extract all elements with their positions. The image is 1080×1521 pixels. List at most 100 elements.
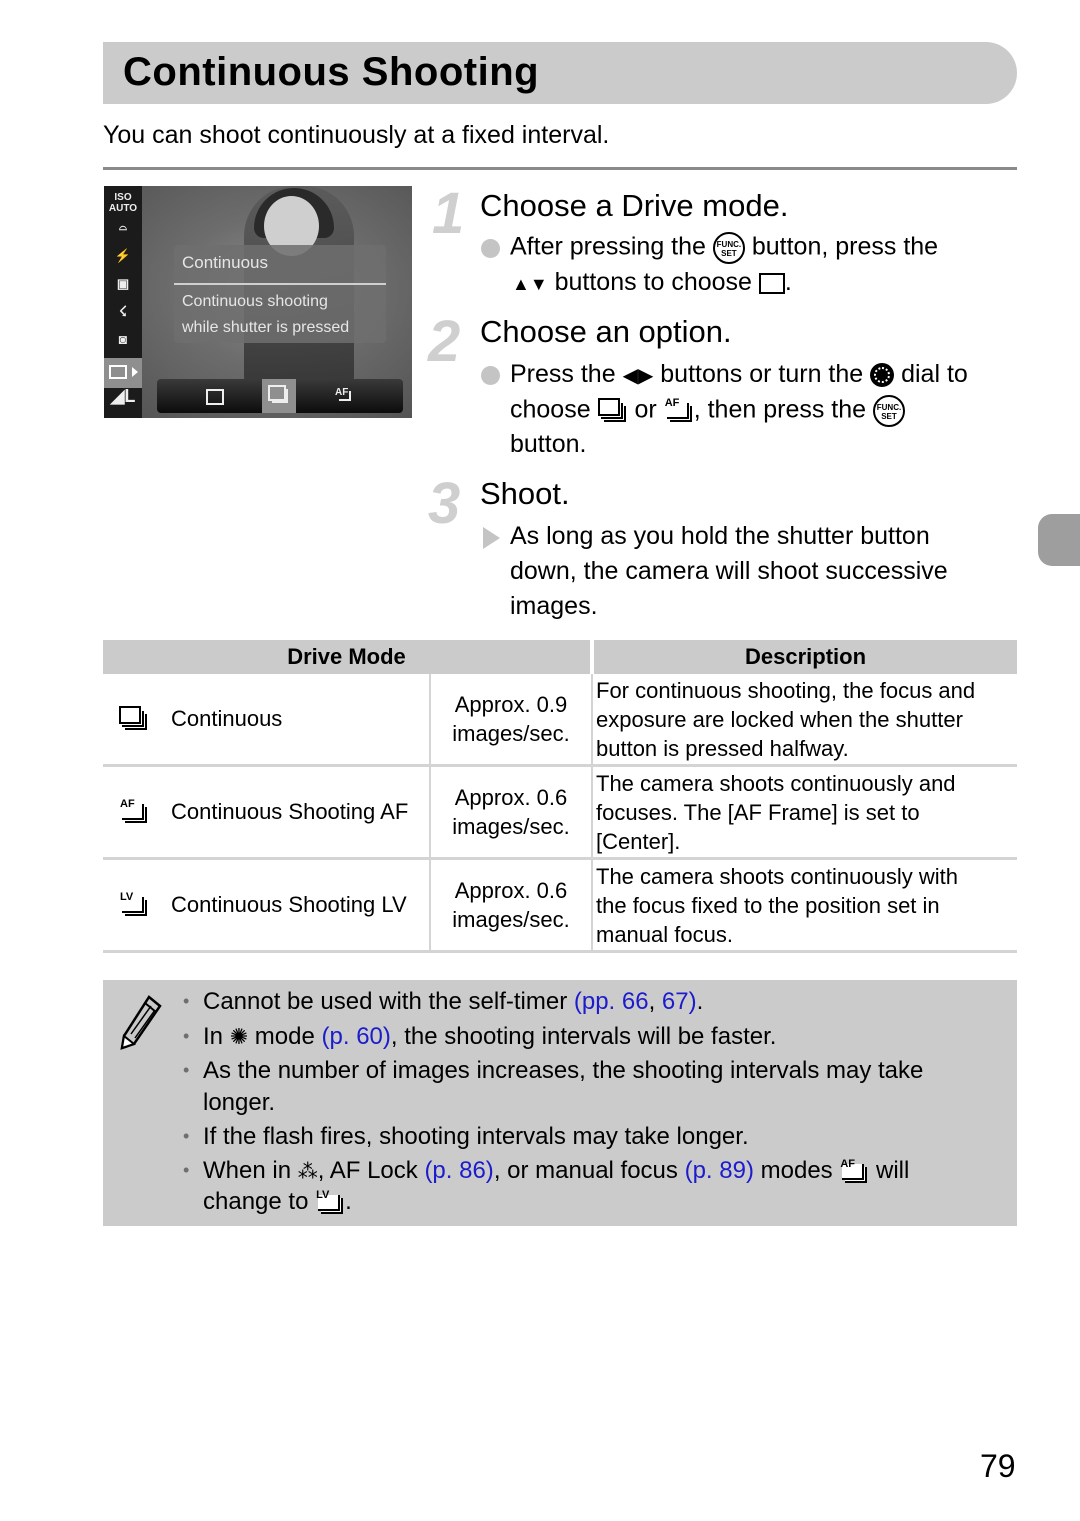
text-segment: , bbox=[648, 988, 662, 1015]
note-item: • If the flash fires, shooting intervals… bbox=[183, 1123, 749, 1151]
rate-unit: images/sec. bbox=[452, 907, 570, 932]
text-segment: , the shooting intervals will be faster. bbox=[390, 1023, 777, 1050]
white-balance-icon: ⌓ bbox=[119, 222, 127, 233]
iso-auto-icon: ISO AUTO bbox=[108, 192, 138, 214]
flash-exposure-icon: ☇ bbox=[118, 303, 128, 319]
pencil-icon bbox=[120, 995, 162, 1050]
page-link[interactable]: (p. 86) bbox=[424, 1157, 493, 1184]
overlay-title: Continuous bbox=[182, 253, 269, 272]
rate-cell: Approx. 0.6 images/sec. bbox=[429, 765, 593, 860]
text-segment: . bbox=[784, 268, 792, 296]
step-text: images. bbox=[510, 592, 598, 620]
control-dial-icon bbox=[870, 363, 895, 388]
text-segment: In bbox=[203, 1023, 224, 1050]
iso-label: ISO bbox=[114, 192, 132, 203]
mode-cell: Continuous bbox=[103, 674, 430, 767]
header-description: Description bbox=[592, 640, 1017, 674]
step-title: Choose a Drive mode. bbox=[480, 188, 789, 223]
overlay-separator bbox=[174, 283, 386, 285]
desc-line: [Center]. bbox=[596, 828, 681, 854]
note-item: • As the number of images increases, the… bbox=[183, 1057, 924, 1085]
continuous-af-option: AF bbox=[327, 379, 361, 413]
text-segment: Press the bbox=[510, 360, 616, 388]
page-link[interactable]: (p. 60) bbox=[322, 1023, 391, 1050]
camera-screen-image: ISO AUTO ⌓ ⚡ ▣ ☇ ◙ ◢L Continuous Continuo… bbox=[104, 186, 412, 418]
note-item: • When in ⁂, AF Lock (p. 86), or manual … bbox=[183, 1157, 910, 1185]
mode-cell: AF Continuous Shooting AF bbox=[103, 765, 430, 860]
step-text: As long as you hold the shutter button bbox=[510, 522, 930, 550]
description-cell: For continuous shooting, the focus and ex… bbox=[592, 674, 1017, 767]
note-item-continued: longer. bbox=[203, 1089, 276, 1116]
step-number: 3 bbox=[428, 471, 461, 536]
desc-line: focuses. The [AF Frame] is set to bbox=[596, 799, 920, 825]
text-segment: As the number of images increases, the s… bbox=[203, 1057, 924, 1084]
rate-value: Approx. 0.6 bbox=[454, 878, 568, 903]
func-set-button-icon: FUNC. SET bbox=[873, 395, 905, 427]
step-title: Shoot. bbox=[480, 476, 570, 511]
step-text: down, the camera will shoot successive bbox=[510, 557, 948, 585]
rate-value: Approx. 0.6 bbox=[454, 785, 568, 810]
single-shot-icon bbox=[206, 389, 224, 405]
text-segment: After pressing the bbox=[510, 232, 706, 261]
bullet-icon: • bbox=[183, 1060, 190, 1080]
drive-mode-icon bbox=[104, 358, 142, 388]
table-row: AF Continuous Shooting AF Approx. 0.6 ima… bbox=[103, 765, 1017, 860]
text-segment: mode bbox=[254, 1023, 315, 1050]
note-item: • Cannot be used with the self-timer (pp… bbox=[183, 988, 704, 1016]
step-text: button. bbox=[510, 430, 587, 458]
description-cell: The camera shoots continuously with the f… bbox=[592, 858, 1017, 953]
left-right-buttons-icon: ◀▶ bbox=[622, 365, 654, 387]
header-drive-mode: Drive Mode bbox=[103, 640, 594, 674]
table-header-row: Drive Mode Description bbox=[103, 640, 1017, 674]
option-bar: AF bbox=[157, 379, 403, 413]
notes-box: • Cannot be used with the self-timer (pp… bbox=[103, 980, 1017, 1226]
text-segment: will bbox=[876, 1157, 910, 1184]
continuous-icon bbox=[119, 706, 149, 732]
text-segment: When in bbox=[203, 1157, 292, 1184]
up-down-buttons-icon: ▲▼ bbox=[512, 274, 548, 294]
mode-name: Continuous Shooting LV bbox=[171, 892, 407, 917]
text-segment: , AF Lock bbox=[317, 1157, 418, 1184]
text-segment: , then press the bbox=[693, 395, 867, 424]
overlay-description: Continuous shooting while shutter is pre… bbox=[182, 289, 349, 341]
step-text: Press the ◀▶ buttons or turn the dial to bbox=[510, 360, 968, 389]
step-text: choose or AF, then press the FUNC. SET bbox=[510, 395, 905, 427]
step-number: 2 bbox=[428, 309, 461, 374]
text-segment: choose bbox=[510, 395, 591, 424]
text-segment: Cannot be used with the self-timer bbox=[203, 988, 574, 1015]
overlay-desc-line: while shutter is pressed bbox=[182, 319, 350, 336]
page-link[interactable]: 67) bbox=[662, 988, 697, 1015]
drive-mode-table: Drive Mode Description Continuous Approx… bbox=[103, 640, 1017, 953]
page-title: Continuous Shooting bbox=[123, 50, 540, 94]
chapter-tab[interactable] bbox=[1038, 514, 1080, 566]
text-segment: , or manual focus bbox=[493, 1157, 678, 1184]
desc-line: button is pressed halfway. bbox=[596, 735, 849, 761]
rate-unit: images/sec. bbox=[452, 814, 570, 839]
text-segment: buttons or turn the bbox=[660, 360, 864, 388]
continuous-lv-icon: LV bbox=[315, 1189, 345, 1216]
fireworks-mode-icon: ✺ bbox=[229, 1024, 249, 1049]
func-label: FUNC. bbox=[876, 403, 902, 412]
side-menu: ISO AUTO ⌓ ⚡ ▣ ☇ ◙ ◢L bbox=[104, 186, 142, 418]
intro-text: You can shoot continuously at a fixed in… bbox=[103, 121, 610, 149]
desc-line: exposure are locked when the shutter bbox=[596, 706, 963, 732]
page-link[interactable]: (p. 89) bbox=[685, 1157, 754, 1184]
step-title: Choose an option. bbox=[480, 314, 732, 349]
text-segment: If the flash fires, shooting intervals m… bbox=[203, 1123, 749, 1150]
note-item-continued: change to LV. bbox=[203, 1188, 352, 1216]
title-bar: Continuous Shooting bbox=[103, 42, 1017, 104]
bullet-icon: • bbox=[183, 991, 190, 1011]
bullet-icon: • bbox=[183, 1160, 190, 1180]
divider bbox=[103, 167, 1017, 170]
table-row: LV Continuous Shooting LV Approx. 0.6 ima… bbox=[103, 858, 1017, 953]
text-segment: button, press the bbox=[751, 232, 939, 261]
submenu-arrow-icon bbox=[132, 367, 138, 377]
icon-label: LV bbox=[120, 891, 134, 903]
text-segment: buttons to choose bbox=[554, 268, 752, 296]
desc-line: manual focus. bbox=[596, 921, 733, 947]
mode-name: Continuous bbox=[171, 706, 283, 731]
step-text: After pressing the FUNC. SET button, pres… bbox=[510, 232, 938, 264]
text-segment: . bbox=[696, 988, 704, 1015]
page-link[interactable]: (pp. 66 bbox=[574, 988, 649, 1015]
note-item: • In ✺ mode (p. 60), the shooting interv… bbox=[183, 1023, 777, 1051]
